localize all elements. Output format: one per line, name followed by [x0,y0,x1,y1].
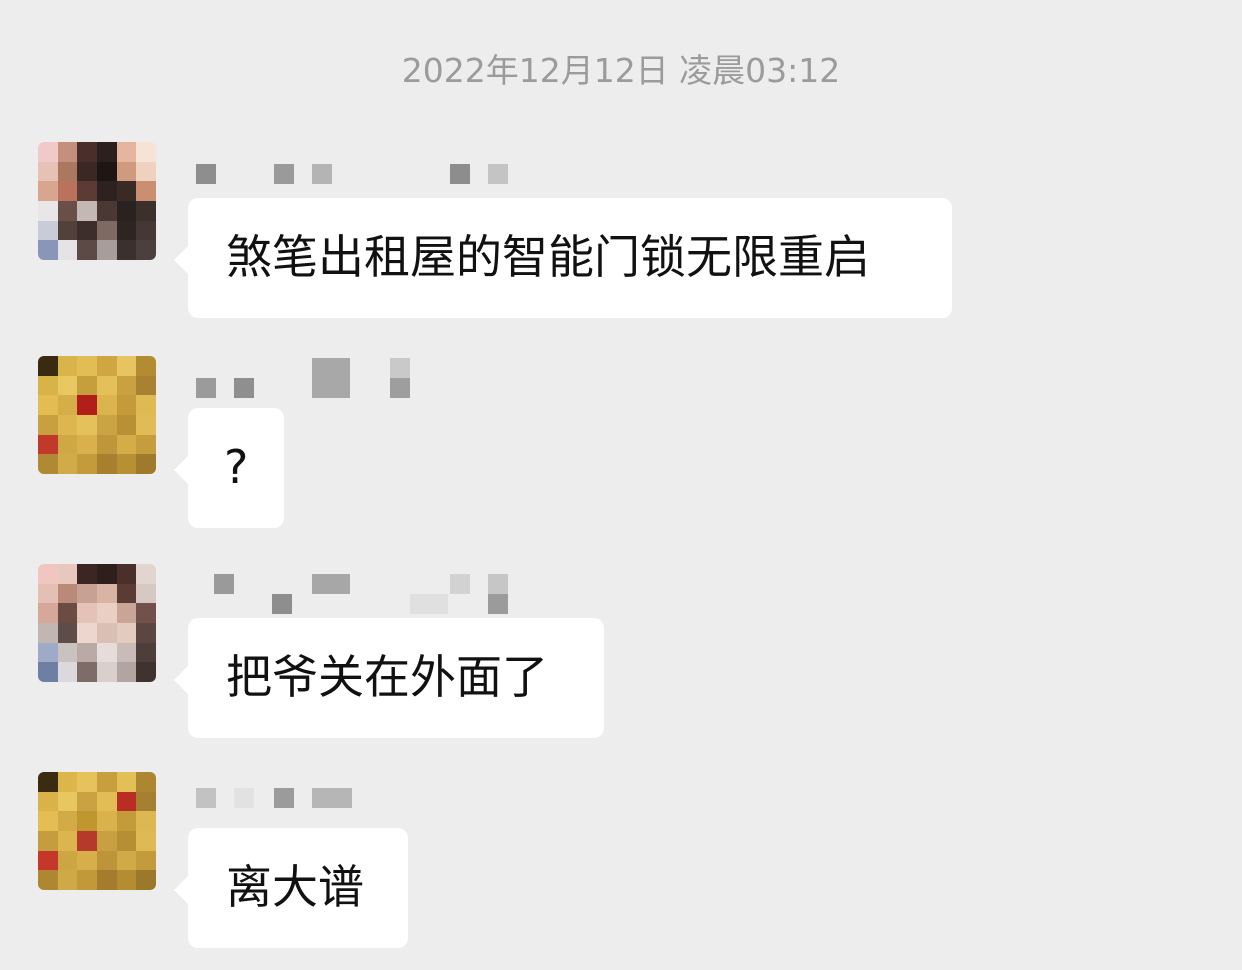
message-bubble[interactable]: 把爷关在外面了 [174,618,604,738]
sender-name-mosaic [194,572,534,616]
chat-timestamp: 2022年12月12日 凌晨03:12 [401,51,841,90]
sender-name-mosaic [194,162,534,186]
message-bubble[interactable]: ? [174,408,284,528]
sender-avatar[interactable] [38,356,156,474]
message-bubble[interactable]: 离大谱 [174,828,408,948]
message-bubble[interactable]: 煞笔出租屋的智能门锁无限重启 [174,198,952,318]
sender-avatar[interactable] [38,142,156,260]
sender-name-mosaic [194,786,394,810]
sender-avatar[interactable] [38,772,156,890]
sender-avatar[interactable] [38,564,156,682]
sender-name-mosaic [194,356,434,400]
